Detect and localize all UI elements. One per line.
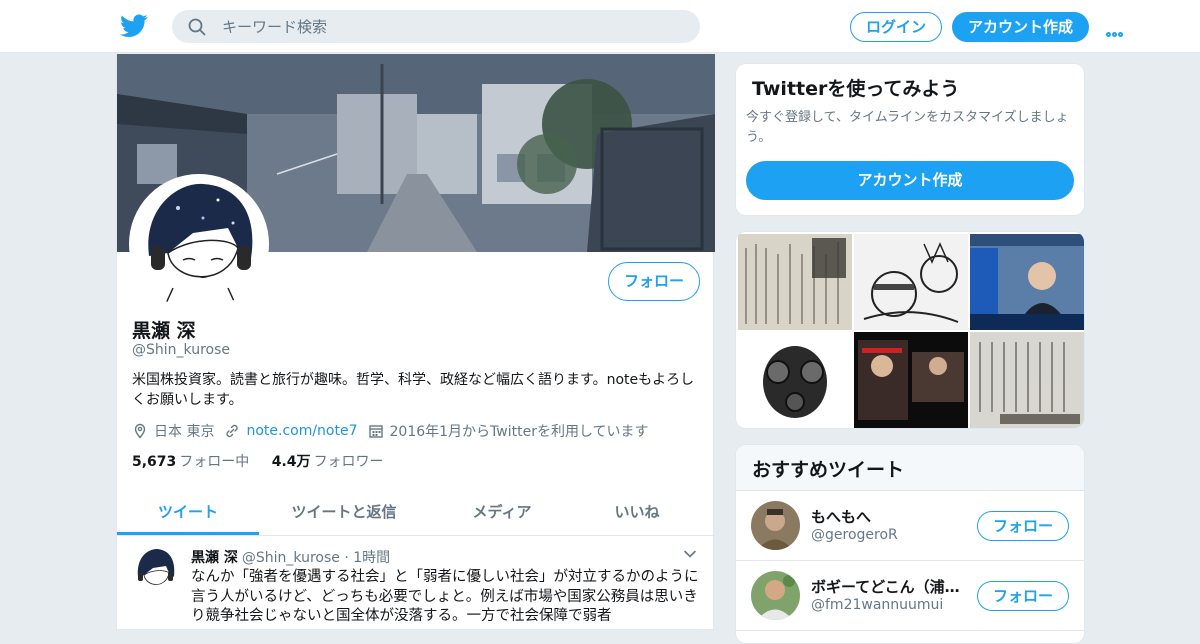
- location-pin-icon: [134, 423, 146, 439]
- following-count: 5,673: [132, 454, 177, 470]
- profile-url-link[interactable]: note.com/note7: [246, 423, 357, 439]
- media-thumbnail[interactable]: [738, 332, 852, 428]
- recommended-follow-button[interactable]: フォロー: [977, 511, 1069, 541]
- recommended-follow-button[interactable]: フォロー: [977, 581, 1069, 611]
- joined-text: 2016年1月からTwitterを利用しています: [389, 424, 649, 440]
- profile-name: 黒瀬 深: [132, 320, 196, 342]
- search-box[interactable]: [172, 10, 700, 43]
- signup-button[interactable]: アカウント作成: [952, 12, 1089, 42]
- media-thumbnail[interactable]: [738, 234, 852, 330]
- search-icon: [188, 18, 206, 36]
- tab-tweets[interactable]: ツイート: [117, 492, 259, 535]
- profile-card: フォロー 黒瀬 深 @Shin_kurose 米国株投資家。読書と旅行が趣味。哲…: [116, 54, 715, 630]
- promo-signup-button[interactable]: アカウント作成: [746, 161, 1074, 200]
- profile-stats: 5,673 フォロー中 4.4万 フォロワー: [132, 451, 402, 471]
- tweet-time[interactable]: 1時間: [353, 550, 390, 566]
- following-stat[interactable]: 5,673 フォロー中: [132, 454, 249, 470]
- recommended-user-handle[interactable]: @fm21wannuumui: [811, 597, 943, 613]
- calendar-icon: [368, 425, 383, 438]
- more-dots-icon[interactable]: [1106, 22, 1130, 37]
- tweet-author-handle[interactable]: @Shin_kurose: [242, 550, 340, 566]
- tab-likes[interactable]: いいね: [575, 492, 699, 535]
- follow-button[interactable]: フォロー: [608, 262, 700, 301]
- chevron-down-icon[interactable]: [683, 547, 697, 561]
- location-text: 日本 東京: [154, 424, 215, 440]
- media-grid: [735, 231, 1085, 429]
- url-item: note.com/note7: [224, 423, 358, 439]
- location-item: 日本 東京: [132, 421, 214, 441]
- tweet-avatar[interactable]: [133, 547, 178, 597]
- recommended-user[interactable]: ボギーてどこん（浦... @fm21wannuumui フォロー: [736, 561, 1084, 631]
- twitter-bird-icon[interactable]: [120, 13, 148, 39]
- media-thumbnail[interactable]: [854, 332, 968, 428]
- profile-tabs: ツイート ツイートと返信 メディア いいね: [117, 492, 715, 536]
- recommended-user-avatar[interactable]: [751, 571, 800, 620]
- promo-description: 今すぐ登録して、タイムラインをカスタマイズしましょう。: [746, 110, 1069, 145]
- tweet-text: なんか「強者を優遇する社会」と「弱者に優しい社会」が対立するかのように言う人がい…: [191, 569, 699, 624]
- recommended-title: おすすめツイート: [752, 459, 905, 481]
- followers-count: 4.4万: [271, 454, 311, 470]
- tab-tweets-and-replies[interactable]: ツイートと返信: [259, 492, 429, 535]
- joined-item: 2016年1月からTwitterを利用しています: [368, 421, 649, 441]
- recommended-header: おすすめツイート: [736, 445, 1084, 491]
- promo-title: Twitterを使ってみよう: [752, 78, 960, 100]
- tweet[interactable]: 黒瀬 深 @Shin_kurose · 1時間 なんか「強者を優遇する社会」と「弱…: [117, 537, 715, 630]
- profile-bio: 米国株投資家。読書と旅行が趣味。哲学、科学、政経など幅広く語ります。noteもよ…: [132, 372, 695, 408]
- signup-promo-card: Twitterを使ってみよう 今すぐ登録して、タイムラインをカスタマイズしましょ…: [735, 63, 1085, 216]
- tweet-separator: ·: [344, 550, 349, 566]
- tweet-author-name[interactable]: 黒瀬 深: [191, 550, 238, 566]
- link-icon: [226, 424, 239, 438]
- media-thumbnail[interactable]: [970, 332, 1084, 428]
- tweet-header: 黒瀬 深 @Shin_kurose · 1時間: [191, 547, 390, 567]
- following-label: フォロー中: [179, 454, 250, 470]
- recommended-user-name[interactable]: ボギーてどこん（浦...: [811, 576, 961, 597]
- tab-media[interactable]: メディア: [429, 492, 575, 535]
- recommended-tweets-card: おすすめツイート もへもへ @gerogeroR フォロー ボギーてどこん（浦.…: [735, 444, 1085, 644]
- profile-meta: 日本 東京 note.com/note7 2016年1月からTwitterを利用…: [132, 421, 659, 441]
- recommended-user-handle[interactable]: @gerogeroR: [811, 527, 898, 543]
- media-thumbnail[interactable]: [854, 234, 968, 330]
- recommended-user[interactable]: もへもへ @gerogeroR フォロー: [736, 491, 1084, 561]
- followers-stat[interactable]: 4.4万 フォロワー: [272, 454, 384, 470]
- media-thumbnail[interactable]: [970, 234, 1084, 330]
- profile-handle[interactable]: @Shin_kurose: [132, 342, 230, 358]
- recommended-user-name[interactable]: もへもへ: [811, 506, 961, 527]
- followers-label: フォロワー: [313, 454, 384, 470]
- search-input[interactable]: [222, 10, 682, 43]
- top-navigation-bar: ログイン アカウント作成: [0, 0, 1200, 53]
- recommended-user-avatar[interactable]: [751, 501, 800, 550]
- login-button[interactable]: ログイン: [850, 12, 942, 42]
- profile-avatar[interactable]: [129, 174, 269, 314]
